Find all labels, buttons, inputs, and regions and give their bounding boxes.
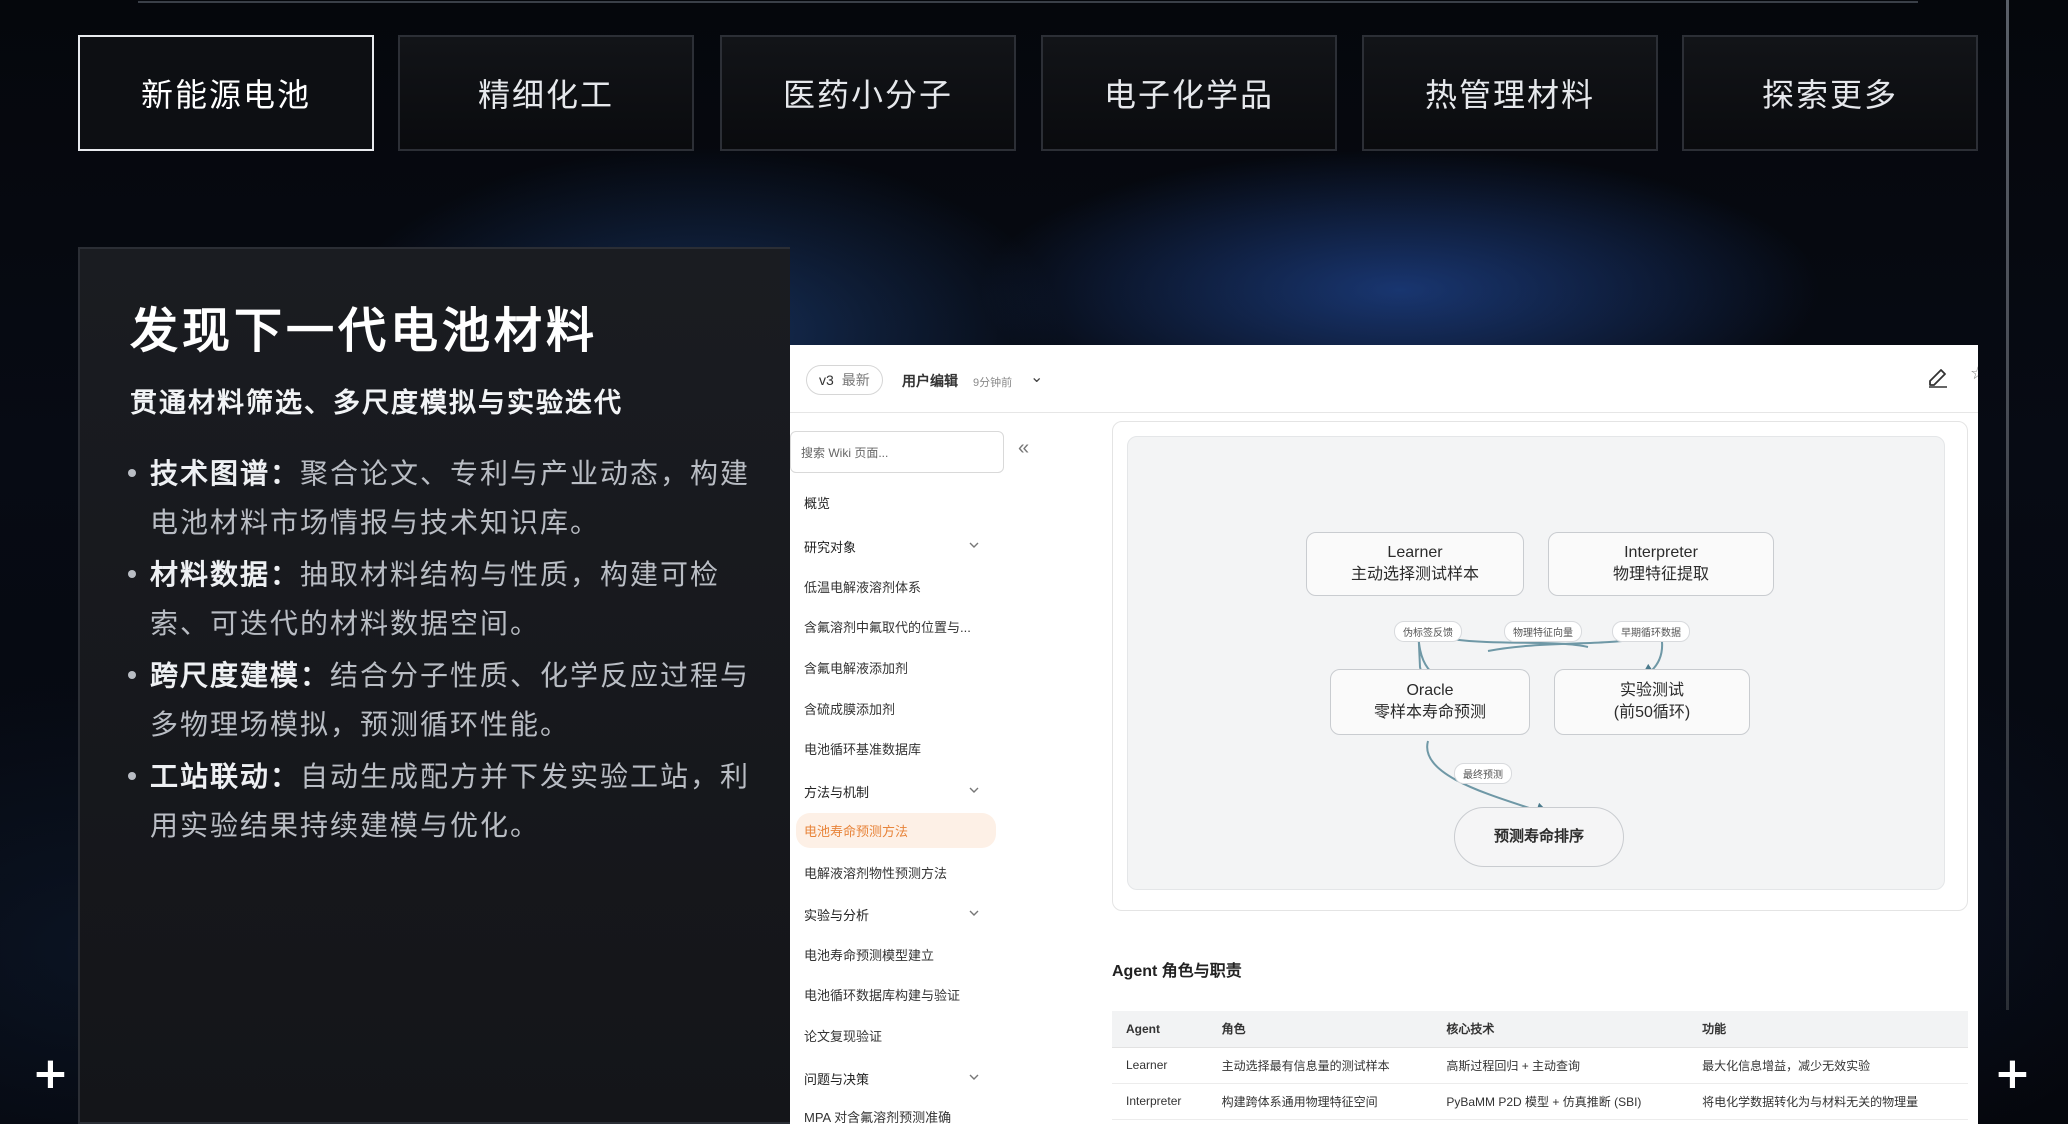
right-divider	[2006, 0, 2009, 1010]
card-subtitle: 贯通材料筛选、多尺度模拟与实验迭代	[130, 388, 623, 419]
nav-item-active[interactable]: 电池寿命预测方法	[796, 813, 996, 848]
industry-tabs: 新能源电池 精细化工 医药小分子 电子化学品 热管理材料 探索更多	[78, 35, 1978, 151]
nav-item[interactable]: 电池寿命预测模型建立	[804, 945, 934, 964]
flow-diagram: Learner 主动选择测试样本 Interpreter 物理特征提取 Orac…	[1127, 436, 1945, 890]
top-divider	[138, 0, 1918, 3]
nav-item[interactable]: 电池循环基准数据库	[804, 739, 921, 758]
edge-label-pseudo: 伪标签反馈	[1394, 621, 1462, 642]
feature-item: 工站联动：自动生成配方并下发实验工站，利用实验结果持续建模与优化。	[128, 752, 768, 850]
nav-item[interactable]: 电池循环数据库构建与验证	[804, 985, 960, 1004]
feature-item: 跨尺度建模：结合分子性质、化学反应过程与多物理场模拟，预测循环性能。	[128, 651, 768, 749]
nav-section-research-objects[interactable]: 研究对象	[804, 537, 856, 556]
nav-section-experiments[interactable]: 实验与分析	[804, 905, 869, 924]
feature-item: 技术图谱：聚合论文、专利与产业动态，构建电池材料市场情报与技术知识库。	[128, 449, 768, 547]
star-icon[interactable]: ☆	[1970, 363, 1978, 384]
table-header-row: Agent 角色 核心技术 功能	[1112, 1011, 1968, 1048]
node-oracle: Oracle 零样本寿命预测	[1330, 669, 1530, 735]
col-header: 核心技术	[1432, 1011, 1689, 1048]
feature-item-head: 工站联动	[150, 760, 271, 793]
tab-thermal-materials[interactable]: 热管理材料	[1362, 35, 1658, 151]
nav-item[interactable]: 含氟电解液添加剂	[804, 658, 908, 677]
tab-electronic-chemicals[interactable]: 电子化学品	[1041, 35, 1337, 151]
plus-icon: +	[32, 1048, 69, 1099]
version-pill[interactable]: v3 最新	[806, 365, 883, 395]
table-row: Learner 主动选择最有信息量的测试样本 高斯过程回归 + 主动查询 最大化…	[1112, 1047, 1968, 1084]
feature-item: 材料数据：抽取材料结构与性质，构建可检索、可迭代的材料数据空间。	[128, 550, 768, 648]
tab-fine-chemicals[interactable]: 精细化工	[398, 35, 694, 151]
feature-card: 发现下一代电池材料 贯通材料筛选、多尺度模拟与实验迭代 技术图谱：聚合论文、专利…	[78, 247, 790, 1124]
editor-label: 用户编辑	[902, 373, 958, 389]
nav-item[interactable]: MPA 对含氟溶剂预测准确	[804, 1107, 951, 1124]
collapse-sidebar-icon[interactable]: «	[1018, 437, 1029, 460]
card-title: 发现下一代电池材料	[130, 303, 599, 359]
feature-list: 技术图谱：聚合论文、专利与产业动态，构建电池材料市场情报与技术知识库。 材料数据…	[128, 449, 768, 853]
agent-roles-table: Agent 角色 核心技术 功能 Learner 主动选择最有信息量的测试样本 …	[1112, 1011, 1968, 1120]
nav-item[interactable]: 论文复现验证	[804, 1026, 882, 1045]
nav-item[interactable]: 含硫成膜添加剂	[804, 699, 895, 718]
chevron-down-icon[interactable]: ⌄	[1030, 367, 1043, 387]
chevron-down-icon[interactable]	[968, 784, 980, 796]
edge-label-early: 早期循环数据	[1612, 621, 1690, 642]
tab-explore-more[interactable]: 探索更多	[1682, 35, 1978, 151]
tab-small-molecule[interactable]: 医药小分子	[720, 35, 1016, 151]
node-experiment: 实验测试 (前50循环)	[1554, 669, 1750, 735]
flow-diagram-frame: Learner 主动选择测试样本 Interpreter 物理特征提取 Orac…	[1112, 421, 1968, 911]
col-header: Agent	[1112, 1011, 1208, 1048]
edit-time: 9分钟前	[973, 377, 1013, 389]
edge-label-final: 最终预测	[1454, 763, 1512, 784]
tab-battery[interactable]: 新能源电池	[78, 35, 374, 151]
nav-section-methods[interactable]: 方法与机制	[804, 782, 869, 801]
chevron-down-icon[interactable]	[968, 539, 980, 551]
node-interpreter: Interpreter 物理特征提取	[1548, 532, 1774, 596]
col-header: 角色	[1207, 1011, 1433, 1048]
feature-item-head: 材料数据	[150, 558, 271, 591]
table-row: Interpreter 构建跨体系通用物理特征空间 PyBaMM P2D 模型 …	[1112, 1083, 1968, 1120]
chevron-down-icon[interactable]	[968, 1071, 980, 1083]
wiki-header: v3最新 用户编辑 9分钟前 ⌄ ☆	[790, 345, 1978, 413]
agent-roles-heading: Agent 角色与职责	[1112, 963, 1242, 980]
col-header: 功能	[1688, 1011, 1968, 1048]
feature-item-head: 跨尺度建模	[150, 659, 301, 692]
wiki-search-input[interactable]: 搜索 Wiki 页面...	[790, 431, 1004, 473]
wiki-screenshot: v3最新 用户编辑 9分钟前 ⌄ ☆ 搜索 Wiki 页面... « 概览 研究…	[790, 345, 1978, 1124]
node-final-ranking: 预测寿命排序	[1454, 807, 1624, 867]
node-learner: Learner 主动选择测试样本	[1306, 532, 1524, 596]
feature-item-head: 技术图谱	[150, 457, 271, 490]
nav-section-decisions[interactable]: 问题与决策	[804, 1069, 869, 1088]
nav-section-overview[interactable]: 概览	[804, 493, 830, 512]
nav-item[interactable]: 含氟溶剂中氟取代的位置与...	[804, 617, 971, 636]
nav-item[interactable]: 低温电解液溶剂体系	[804, 577, 921, 596]
pencil-icon[interactable]	[1926, 365, 1950, 389]
plus-icon: +	[1994, 1048, 2031, 1099]
edge-label-features: 物理特征向量	[1504, 621, 1582, 642]
chevron-down-icon[interactable]	[968, 907, 980, 919]
nav-item[interactable]: 电解液溶剂物性预测方法	[804, 863, 947, 882]
